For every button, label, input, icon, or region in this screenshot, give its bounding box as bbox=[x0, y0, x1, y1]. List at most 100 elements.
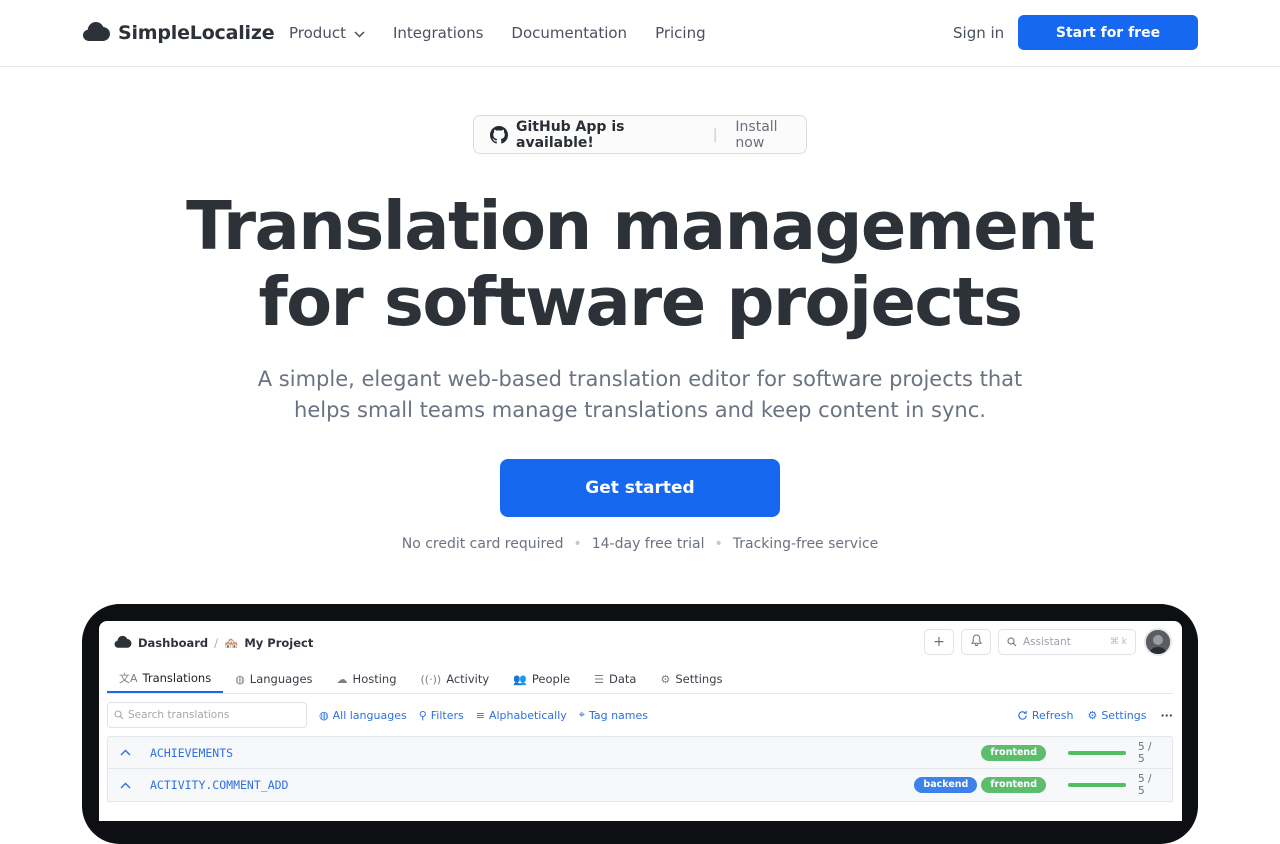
nav-integrations[interactable]: Integrations bbox=[393, 24, 483, 42]
toolbar-actions: Refresh ⚙ Settings ··· bbox=[1017, 709, 1173, 722]
tab-label: Hosting bbox=[352, 672, 397, 686]
hero-title-line1: Translation management bbox=[186, 187, 1095, 265]
assistant-search[interactable]: Assistant ⌘ k bbox=[998, 629, 1136, 655]
breadcrumb-project[interactable]: My Project bbox=[244, 636, 313, 650]
sort-button[interactable]: ≡ Alphabetically bbox=[476, 709, 567, 722]
github-icon bbox=[490, 125, 508, 144]
progress-count: 5 / 5 bbox=[1138, 740, 1152, 765]
breadcrumb-dashboard[interactable]: Dashboard bbox=[138, 636, 208, 650]
tab-people[interactable]: 👥 People bbox=[501, 665, 582, 693]
tab-label: People bbox=[531, 672, 571, 686]
avatar[interactable] bbox=[1144, 628, 1172, 656]
more-options-button[interactable]: ··· bbox=[1160, 709, 1173, 722]
gear-icon: ⚙ bbox=[660, 672, 671, 686]
tab-activity[interactable]: ((·)) Activity bbox=[409, 665, 502, 693]
row-meta: backend frontend 5 / 5 bbox=[914, 773, 1160, 797]
search-icon bbox=[114, 710, 124, 720]
app-header: Dashboard / 🏘️ My Project + Assistant ⌘ … bbox=[99, 621, 1182, 661]
chevron-up-icon[interactable] bbox=[120, 779, 142, 792]
perk-item: Tracking-free service bbox=[732, 536, 879, 552]
search-translations-input[interactable]: Search translations bbox=[107, 702, 307, 728]
translations-toolbar: Search translations ◍ All languages ⚲ Fi… bbox=[107, 701, 1173, 729]
people-icon: 👥 bbox=[513, 672, 527, 686]
sign-in-link[interactable]: Sign in bbox=[953, 24, 1004, 42]
nav-pricing[interactable]: Pricing bbox=[655, 24, 706, 42]
toolbar-label: All languages bbox=[332, 708, 407, 722]
nav-product[interactable]: Product bbox=[289, 24, 365, 42]
nav-documentation[interactable]: Documentation bbox=[511, 24, 627, 42]
banner-title: GitHub App is available! bbox=[516, 118, 625, 151]
translation-key: ACTIVITY.COMMENT_ADD bbox=[150, 778, 289, 792]
tab-translations[interactable]: 文A Translations bbox=[107, 665, 224, 693]
tab-hosting[interactable]: ☁ Hosting bbox=[325, 665, 409, 693]
install-now-link[interactable]: Install now bbox=[735, 119, 806, 151]
hero-title-line2: for software projects bbox=[258, 263, 1023, 341]
settings-button[interactable]: ⚙ Settings bbox=[1087, 709, 1146, 722]
tab-settings[interactable]: ⚙ Settings bbox=[648, 665, 734, 693]
tag-frontend[interactable]: frontend bbox=[981, 744, 1046, 761]
refresh-label: Refresh bbox=[1031, 708, 1074, 722]
tab-label: Activity bbox=[446, 672, 490, 686]
perk-item: No credit card required bbox=[401, 536, 564, 552]
tag-frontend[interactable]: frontend bbox=[981, 777, 1046, 793]
chevron-up-icon[interactable] bbox=[120, 746, 142, 759]
tag-icon: ⌖ bbox=[578, 708, 585, 721]
perk-separator: • bbox=[573, 536, 582, 552]
table-row[interactable]: ACTIVITY.COMMENT_ADD backend frontend 5 … bbox=[107, 769, 1173, 802]
breadcrumb-separator: / bbox=[214, 636, 219, 650]
row-meta: frontend 5 / 5 bbox=[981, 741, 1160, 765]
shortcut-hint: ⌘ k bbox=[1109, 637, 1127, 647]
toolbar-label: Alphabetically bbox=[488, 708, 567, 722]
hero-subtitle-line1: A simple, elegant web-based translation … bbox=[257, 367, 1023, 391]
filters-button[interactable]: ⚲ Filters bbox=[419, 709, 464, 722]
translation-key: ACHIEVEMENTS bbox=[150, 745, 234, 760]
toolbar-label: Filters bbox=[430, 708, 464, 722]
cloud-logo-icon bbox=[114, 634, 132, 652]
database-icon: ☰ bbox=[594, 672, 604, 686]
broadcast-icon: ((·)) bbox=[420, 672, 442, 686]
globe-icon: ◍ bbox=[235, 672, 245, 686]
perks-list: No credit card required • 14-day free tr… bbox=[0, 536, 1280, 552]
cloud-icon: ☁ bbox=[336, 672, 348, 686]
banner-divider: | bbox=[712, 126, 718, 143]
gear-icon: ⚙ bbox=[1087, 708, 1098, 722]
github-app-banner[interactable]: GitHub App is available! | Install now bbox=[473, 115, 807, 154]
add-button[interactable]: + bbox=[924, 629, 954, 655]
breadcrumb: Dashboard / 🏘️ My Project bbox=[114, 634, 313, 652]
tag-names-toggle[interactable]: ⌖ Tag names bbox=[579, 708, 648, 722]
refresh-icon bbox=[1017, 710, 1028, 721]
chevron-down-icon bbox=[354, 24, 365, 42]
logo[interactable]: SimpleLocalize bbox=[83, 19, 275, 47]
tab-label: Languages bbox=[249, 672, 313, 686]
get-started-button[interactable]: Get started bbox=[500, 459, 780, 517]
assistant-placeholder: Assistant bbox=[1023, 636, 1071, 648]
app-preview: Dashboard / 🏘️ My Project + Assistant ⌘ … bbox=[99, 621, 1182, 821]
tab-label: Translations bbox=[142, 671, 212, 685]
progress-bar bbox=[1068, 750, 1126, 755]
refresh-button[interactable]: Refresh bbox=[1017, 708, 1074, 722]
progress-count: 5 / 5 bbox=[1138, 773, 1152, 797]
settings-label: Settings bbox=[1101, 708, 1147, 722]
notifications-button[interactable] bbox=[961, 629, 991, 655]
perk-separator: • bbox=[714, 536, 723, 552]
logo-text: SimpleLocalize bbox=[118, 22, 275, 44]
tab-languages[interactable]: ◍ Languages bbox=[223, 665, 324, 693]
start-free-button[interactable]: Start for free bbox=[1018, 15, 1198, 50]
app-tabs: 文A Translations ◍ Languages ☁ Hosting ((… bbox=[107, 665, 1173, 694]
tag-backend[interactable]: backend bbox=[914, 777, 978, 793]
cloud-logo-icon bbox=[83, 19, 110, 47]
tab-data[interactable]: ☰ Data bbox=[582, 665, 648, 693]
search-icon bbox=[1007, 637, 1017, 647]
translate-icon: 文A bbox=[119, 672, 138, 685]
progress-bar bbox=[1068, 783, 1126, 787]
sort-icon: ≡ bbox=[475, 708, 485, 722]
table-row[interactable]: ACHIEVEMENTS frontend 5 / 5 bbox=[107, 736, 1173, 769]
globe-icon: ◍ bbox=[319, 708, 329, 722]
tab-label: Settings bbox=[675, 672, 723, 686]
all-languages-filter[interactable]: ◍ All languages bbox=[319, 709, 407, 722]
nav-product-label: Product bbox=[289, 24, 346, 42]
tab-label: Data bbox=[609, 672, 637, 686]
project-emoji-icon: 🏘️ bbox=[224, 636, 239, 650]
bell-icon bbox=[970, 634, 982, 650]
perk-item: 14-day free trial bbox=[591, 536, 705, 552]
